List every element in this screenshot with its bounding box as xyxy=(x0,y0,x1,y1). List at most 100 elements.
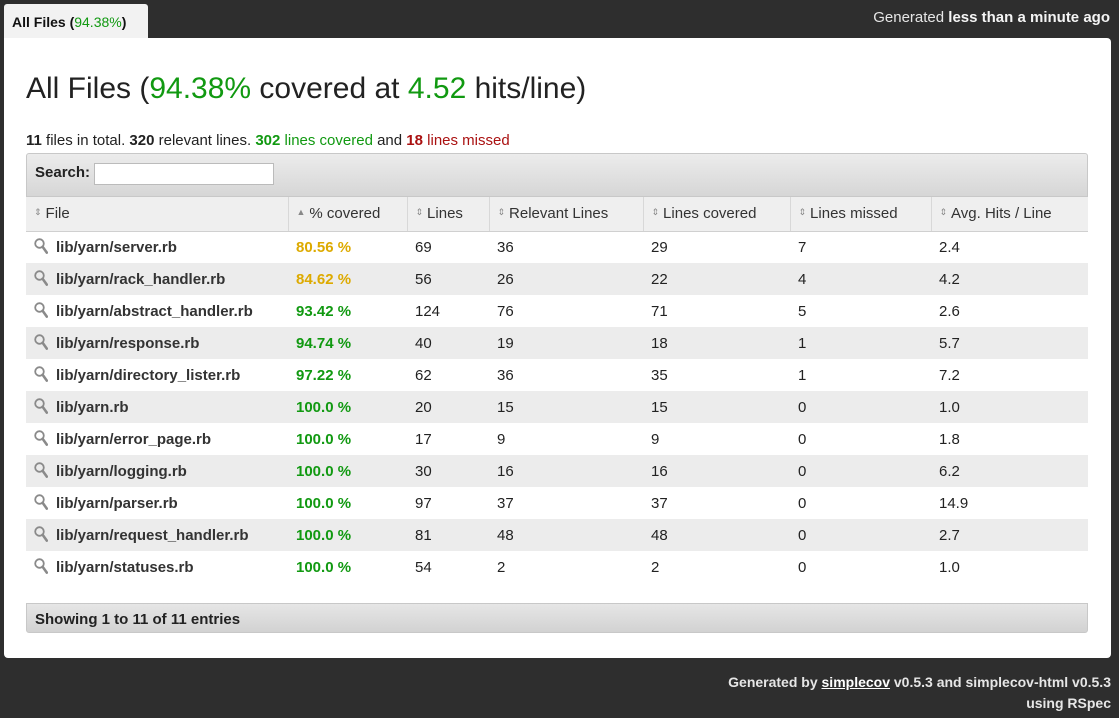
magnifier-icon[interactable] xyxy=(34,494,49,510)
search-input[interactable] xyxy=(94,163,275,185)
file-cell[interactable]: lib/yarn/parser.rb xyxy=(26,487,288,519)
magnifier-icon[interactable] xyxy=(34,462,49,478)
summary-missed-text: lines missed xyxy=(422,132,510,149)
column-header-file[interactable]: ⇕ File xyxy=(26,197,289,232)
file-link[interactable]: lib/yarn/directory_lister.rb xyxy=(56,367,240,384)
file-link[interactable]: lib/yarn/response.rb xyxy=(56,335,199,352)
lines-covered-cell: 48 xyxy=(651,526,668,544)
lines-missed-cell: 0 xyxy=(798,526,807,544)
footer-middle: v0.5.3 and simplecov-html v0.5.3 xyxy=(890,674,1111,690)
relevant-lines-cell: 76 xyxy=(497,302,514,320)
pct-covered-cell: 97.22 % xyxy=(296,366,352,384)
generated-time: less than a minute ago xyxy=(948,9,1110,26)
table-row: lib/yarn/rack_handler.rb 84.62 % 56 26 22 4 4.… xyxy=(26,263,1088,295)
lines-covered-cell: 71 xyxy=(651,302,668,320)
file-link[interactable]: lib/yarn/error_page.rb xyxy=(56,431,211,448)
sort-both-icon: ⇕ xyxy=(415,207,424,218)
avg-hits-cell: 2.6 xyxy=(939,302,960,320)
search-label: Search: xyxy=(35,164,91,181)
file-link[interactable]: lib/yarn/parser.rb xyxy=(56,495,178,512)
column-header-label: Lines covered xyxy=(663,205,757,223)
lines-cell: 54 xyxy=(415,558,432,576)
column-header-label: Lines xyxy=(427,205,463,223)
magnifier-icon[interactable] xyxy=(34,302,49,318)
table-row: lib/yarn/response.rb 94.74 % 40 19 18 1 5.7 xyxy=(26,327,1088,359)
file-cell[interactable]: lib/yarn/rack_handler.rb xyxy=(26,263,288,295)
magnifier-icon[interactable] xyxy=(34,238,49,255)
avg-hits-cell: 2.7 xyxy=(939,526,960,544)
file-cell[interactable]: lib/yarn/error_page.rb xyxy=(26,423,288,455)
magnifier-icon[interactable] xyxy=(34,398,49,414)
lines-cell: 30 xyxy=(415,462,432,480)
relevant-lines-cell: 48 xyxy=(497,526,514,544)
summary-covered-count: 302 xyxy=(255,132,281,149)
title-coverage-pct: 94.38% xyxy=(149,72,252,105)
sort-ascending-icon: ▲ xyxy=(296,207,306,218)
table-info-text: Showing 1 to 11 of 11 entries xyxy=(35,611,241,628)
file-link[interactable]: lib/yarn/server.rb xyxy=(56,239,177,256)
file-cell[interactable]: lib/yarn/request_handler.rb xyxy=(26,519,288,551)
relevant-lines-cell: 15 xyxy=(497,398,514,416)
pct-covered-cell: 100.0 % xyxy=(296,526,352,544)
column-header-lines[interactable]: ⇕ Lines xyxy=(407,197,490,232)
table-info-bar: Showing 1 to 11 of 11 entries xyxy=(26,603,1088,633)
file-link[interactable]: lib/yarn/statuses.rb xyxy=(56,559,194,576)
file-cell[interactable]: lib/yarn/statuses.rb xyxy=(26,551,288,583)
file-link[interactable]: lib/yarn/request_handler.rb xyxy=(56,527,249,544)
lines-missed-cell: 0 xyxy=(798,462,807,480)
title-suffix: hits/line) xyxy=(466,72,587,105)
file-cell[interactable]: lib/yarn/logging.rb xyxy=(26,455,288,487)
pct-covered-cell: 100.0 % xyxy=(296,430,352,448)
column-header-pct-covered[interactable]: ▲% covered xyxy=(288,197,408,232)
table-row: lib/yarn/error_page.rb 100.0 % 17 9 9 0 1.8 xyxy=(26,423,1088,455)
magnifier-icon[interactable] xyxy=(34,334,49,350)
file-link[interactable]: lib/yarn/rack_handler.rb xyxy=(56,271,225,288)
column-header-label: File xyxy=(45,205,70,223)
file-link[interactable]: lib/yarn/abstract_handler.rb xyxy=(56,303,253,320)
lines-missed-cell: 4 xyxy=(798,270,807,288)
lines-cell: 40 xyxy=(415,334,432,352)
magnifier-icon[interactable] xyxy=(34,430,49,446)
table-row: lib/yarn/abstract_handler.rb 93.42 % 124 76… xyxy=(26,295,1088,327)
page-footer: Generated by simplecov v0.5.3 and simple… xyxy=(728,672,1111,714)
tab-coverage-pct: 94.38% xyxy=(74,14,122,30)
footer-prefix: Generated by xyxy=(728,674,822,690)
file-cell[interactable]: lib/yarn/server.rb xyxy=(26,231,288,263)
lines-cell: 20 xyxy=(415,398,432,416)
lines-missed-cell: 7 xyxy=(798,238,807,256)
column-header-label: % covered xyxy=(309,205,381,223)
title-middle: covered at xyxy=(251,72,408,105)
tab-label-suffix: ) xyxy=(121,14,127,30)
file-list-table: ⇕ File ▲% covered ⇕ Lines ⇕ Relevant Lines ⇕ Lin… xyxy=(26,197,1088,583)
summary-relevant-count: 320 xyxy=(129,132,155,149)
top-bar: All Files (94.38%) Generated less than a… xyxy=(0,0,1119,40)
magnifier-icon[interactable] xyxy=(34,526,49,542)
file-cell[interactable]: lib/yarn/abstract_handler.rb xyxy=(26,295,288,327)
magnifier-icon[interactable] xyxy=(34,558,49,574)
file-link[interactable]: lib/yarn.rb xyxy=(56,399,129,416)
file-cell[interactable]: lib/yarn/response.rb xyxy=(26,327,288,359)
relevant-lines-cell: 36 xyxy=(497,238,514,256)
file-cell[interactable]: lib/yarn.rb xyxy=(26,391,288,423)
lines-covered-cell: 22 xyxy=(651,270,668,288)
relevant-lines-cell: 37 xyxy=(497,494,514,512)
column-header-lines-covered[interactable]: ⇕ Lines covered xyxy=(643,197,791,232)
magnifier-icon[interactable] xyxy=(34,270,49,286)
avg-hits-cell: 4.2 xyxy=(939,270,960,288)
magnifier-icon[interactable] xyxy=(34,366,49,382)
avg-hits-cell: 2.4 xyxy=(939,238,960,256)
column-header-lines-missed[interactable]: ⇕ Lines missed xyxy=(790,197,932,232)
column-header-label: Lines missed xyxy=(810,205,898,223)
file-cell[interactable]: lib/yarn/directory_lister.rb xyxy=(26,359,288,391)
avg-hits-cell: 6.2 xyxy=(939,462,960,480)
tab-all-files[interactable]: All Files (94.38%) xyxy=(4,4,148,38)
pct-covered-cell: 100.0 % xyxy=(296,398,352,416)
table-body: lib/yarn/server.rb 80.56 % 69 36 29 7 2.4 lib/y… xyxy=(26,231,1088,583)
coverage-summary: 11 files in total. 320 relevant lines. 3… xyxy=(26,132,510,149)
lines-covered-cell: 16 xyxy=(651,462,668,480)
simplecov-link[interactable]: simplecov xyxy=(822,674,890,690)
column-header-relevant-lines[interactable]: ⇕ Relevant Lines xyxy=(489,197,644,232)
column-header-avg-hits[interactable]: ⇕ Avg. Hits / Line xyxy=(931,197,1088,232)
file-link[interactable]: lib/yarn/logging.rb xyxy=(56,463,187,480)
footer-line-1: Generated by simplecov v0.5.3 and simple… xyxy=(728,672,1111,693)
